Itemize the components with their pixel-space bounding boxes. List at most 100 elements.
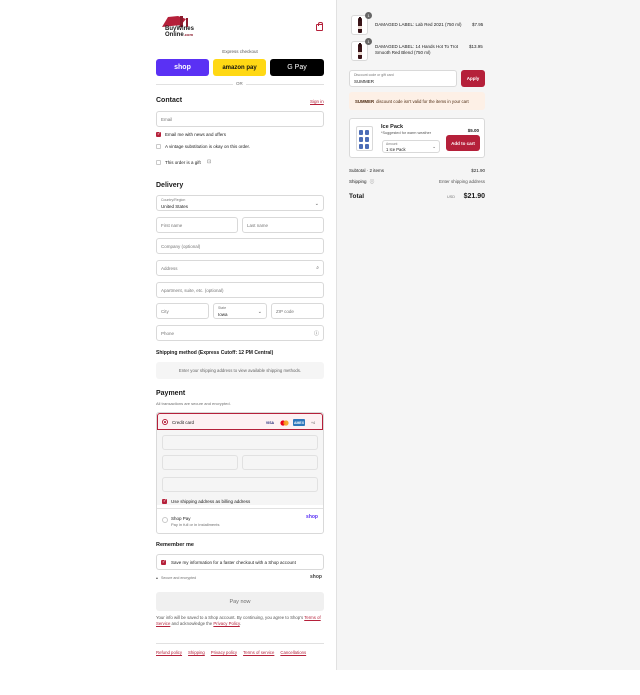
chevron-down-icon: ⌄: [257, 309, 262, 315]
state-value: Iowa: [218, 312, 228, 317]
privacy-policy-link[interactable]: Privacy Policy: [213, 621, 239, 626]
substitution-checkbox[interactable]: [156, 144, 161, 149]
expiry-field[interactable]: [162, 455, 238, 470]
save-info-checkbox[interactable]: [161, 559, 166, 565]
payment-subtitle: All transactions are secure and encrypte…: [156, 401, 231, 406]
country-select[interactable]: Country/Region United States ⌄: [156, 195, 324, 211]
pay-now-button[interactable]: Pay now: [156, 592, 324, 611]
city-placeholder: City: [161, 309, 169, 314]
amazon-pay-button[interactable]: amazon pay: [213, 59, 266, 76]
footer-divider: [156, 643, 324, 644]
card-form: [157, 430, 323, 505]
apartment-field[interactable]: Apartment, suite, etc. (optional): [156, 282, 324, 298]
subtotal-value: $21.90: [471, 168, 485, 173]
state-select[interactable]: State Iowa ⌄: [213, 303, 267, 319]
discount-code-field[interactable]: Discount code or gift card SUMMER: [349, 70, 457, 87]
terms-middle: and acknowledge the: [171, 621, 213, 626]
gift-icon: ⊡: [207, 159, 212, 165]
amount-label: Amount: [386, 142, 398, 146]
first-name-placeholder: First name: [161, 223, 183, 228]
ice-pack-image: [356, 126, 373, 151]
company-placeholder: Company (optional): [161, 244, 201, 249]
refund-policy-link[interactable]: Refund policy: [156, 650, 182, 655]
terms-after: .: [239, 621, 241, 626]
shipping-policy-link[interactable]: Shipping: [188, 650, 205, 655]
email-field[interactable]: Email: [156, 111, 324, 127]
discount-error-text: discount code isn't valid for the items …: [376, 98, 469, 104]
shopping-bag-icon[interactable]: [316, 22, 323, 31]
delivery-heading: Delivery: [156, 182, 184, 189]
amount-value: 1 Ice Pack: [386, 147, 406, 152]
search-icon: ⌕: [316, 265, 319, 271]
add-to-cart-button[interactable]: Add to cart: [446, 135, 480, 151]
first-name-field[interactable]: First name: [156, 217, 238, 233]
shop-pay-button[interactable]: shop: [156, 59, 209, 76]
address-placeholder: Address: [161, 266, 178, 271]
payment-divider: [157, 508, 323, 509]
phone-field[interactable]: Phone ⓘ: [156, 325, 324, 341]
news-checkbox[interactable]: [156, 131, 161, 137]
city-field[interactable]: City: [156, 303, 209, 319]
terms-of-service-footer-link[interactable]: Terms of service: [243, 650, 274, 655]
contact-heading: Contact: [156, 97, 183, 104]
visa-icon: VISA: [265, 420, 275, 425]
zip-field[interactable]: ZIP code: [271, 303, 324, 319]
shipping-method-heading: Shipping method (Express Cutoff: 12 PM C…: [156, 350, 274, 356]
discount-code-name: SUMMER: [355, 98, 375, 104]
help-icon[interactable]: ⓘ: [370, 179, 375, 184]
news-label: Email me with news and offers: [165, 132, 226, 137]
total-row: Total USD $21.90: [349, 193, 485, 200]
sign-in-link[interactable]: Sign in: [310, 99, 324, 104]
lock-icon: 🔒︎: [156, 576, 158, 580]
apply-button[interactable]: Apply: [461, 70, 485, 87]
last-name-field[interactable]: Last name: [242, 217, 324, 233]
more-cards-label: +4: [311, 420, 315, 425]
cart-item-name: DAMAGED LABEL: 14 Hands Hot To Trot Smoo…: [375, 44, 458, 55]
cart-item-name: DAMAGED LABEL: Lab Red 2021 (750 ml): [375, 22, 462, 27]
help-icon[interactable]: ⓘ: [314, 330, 319, 337]
privacy-policy-footer-link[interactable]: Privacy policy: [211, 650, 237, 655]
upsell-price: $5.00: [467, 128, 479, 133]
credit-card-option[interactable]: Credit card VISA AMEX +4: [157, 413, 323, 430]
cancellations-link[interactable]: Cancellations: [280, 650, 306, 655]
payment-methods: Credit card VISA AMEX +4 Use shipping ad…: [156, 412, 324, 534]
shop-logo: shop: [310, 574, 322, 580]
payment-heading: Payment: [156, 390, 186, 397]
cart-item-price: $13.95: [469, 44, 483, 49]
phone-placeholder: Phone: [161, 331, 175, 336]
substitution-label: A vintage substitution is okay on this o…: [165, 144, 251, 149]
google-pay-button[interactable]: G Pay: [270, 59, 324, 76]
shipping-notice: Enter your shipping address to view avai…: [156, 362, 324, 379]
address-field[interactable]: Address ⌕: [156, 260, 324, 276]
shop-pay-label: Shop Pay: [171, 516, 191, 521]
country-value: United States: [161, 204, 189, 209]
discount-label: Discount code or gift card: [354, 73, 394, 77]
shipping-row: Shipping ⓘ Enter shipping address: [349, 179, 485, 185]
card-number-field[interactable]: [162, 435, 318, 450]
remember-heading: Remember me: [156, 542, 194, 548]
billing-checkbox[interactable]: [162, 498, 167, 504]
remember-option[interactable]: Save my information for a faster checkou…: [156, 554, 324, 570]
name-on-card-field[interactable]: [162, 477, 318, 492]
upsell-title: Ice Pack: [381, 124, 404, 130]
country-label: Country/Region: [161, 198, 186, 202]
express-checkout-label: Express checkout: [222, 49, 258, 54]
security-code-field[interactable]: [242, 455, 318, 470]
last-name-placeholder: Last name: [247, 223, 269, 228]
upsell-subtitle: *Suggested for warm weather: [381, 131, 432, 135]
shop-pay-radio[interactable]: [162, 517, 168, 523]
subtotal-row: Subtotal · 2 items $21.90: [349, 168, 485, 173]
quantity-badge: 1: [365, 38, 372, 45]
chevron-down-icon: ⌄: [314, 201, 319, 207]
state-label: State: [218, 306, 227, 310]
discount-value: SUMMER: [354, 79, 374, 84]
terms-before: Your info will be saved to a Shop accoun…: [156, 615, 304, 620]
shop-pay-sub: Pay in full or in installments: [171, 522, 220, 527]
credit-card-radio[interactable]: [162, 419, 168, 425]
wine-bottle-icon: [358, 17, 362, 33]
gift-checkbox[interactable]: [156, 160, 161, 165]
company-field[interactable]: Company (optional): [156, 238, 324, 254]
secure-label: Secure and encrypted: [161, 576, 197, 580]
subtotal-label: Subtotal · 2 items: [349, 168, 385, 173]
amount-select[interactable]: Amount 1 Ice Pack ⌄: [382, 140, 440, 153]
